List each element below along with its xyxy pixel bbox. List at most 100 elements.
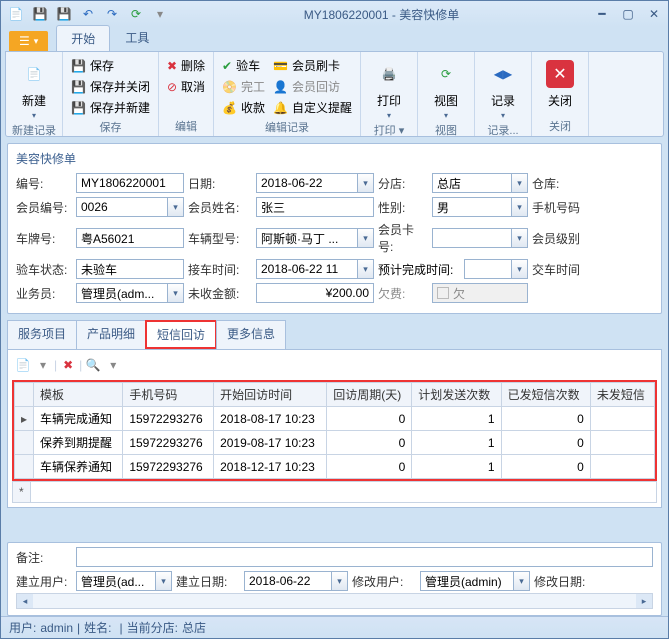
- label-creator: 建立用户:: [16, 573, 72, 590]
- delete-row-button[interactable]: ✖: [59, 356, 77, 374]
- close-button[interactable]: ✕关闭: [538, 56, 582, 109]
- col-cycle[interactable]: 回访周期(天): [327, 383, 412, 407]
- group-view: ⟳视图▾ 视图: [418, 52, 475, 136]
- label-create-date: 建立日期:: [176, 573, 240, 590]
- collect-button[interactable]: 💰收款: [220, 98, 267, 117]
- col-template[interactable]: 模板: [34, 383, 123, 407]
- table-row[interactable]: ▸ 车辆完成通知 15972293276 2018-08-17 10:23 0 …: [15, 407, 655, 431]
- maximize-button[interactable]: ▢: [618, 7, 638, 21]
- tab-start[interactable]: 开始: [56, 25, 110, 51]
- model-select[interactable]: 阿斯顿·马丁 ...▾: [256, 228, 374, 248]
- finish-button[interactable]: 📀完工: [220, 77, 267, 96]
- chevron-down-icon[interactable]: ▾: [512, 173, 528, 193]
- chevron-down-icon[interactable]: ▾: [358, 228, 374, 248]
- expect-time-input[interactable]: ▾: [464, 259, 528, 279]
- title-bar: 📄 💾 💾 ↶ ↷ ⟳ ▾ MY1806220001 - 美容快修单 ━ ▢ ✕: [1, 1, 668, 27]
- view-row-button[interactable]: 🔍: [84, 356, 102, 374]
- table-row[interactable]: 车辆保养通知 15972293276 2018-12-17 10:23 0 1 …: [15, 455, 655, 479]
- log-button[interactable]: ◀▶记录▾: [481, 56, 525, 120]
- chevron-down-icon[interactable]: ▾: [358, 173, 374, 193]
- member-visit-button[interactable]: 👤会员回访: [271, 77, 354, 96]
- unpaid-input[interactable]: ¥200.00: [256, 283, 374, 303]
- status-branch-label: 当前分店:: [127, 619, 178, 636]
- inspect-state-input[interactable]: 未验车: [76, 259, 184, 279]
- col-unsent[interactable]: 未发短信: [590, 383, 654, 407]
- detail-tabs: 服务项目 产品明细 短信回访 更多信息: [7, 320, 662, 349]
- chevron-down-icon[interactable]: ▾: [512, 228, 528, 248]
- save-close-button[interactable]: 💾保存并关闭: [69, 77, 152, 96]
- group-edit: ✖删除 ⊘取消 编辑: [159, 52, 214, 136]
- new-button[interactable]: 📄 新建 ▾: [12, 56, 56, 120]
- remark-input[interactable]: [76, 547, 653, 567]
- save-new-button[interactable]: 💾保存并新建: [69, 98, 152, 117]
- table-row[interactable]: 保养到期提醒 15972293276 2019-08-17 10:23 0 1 …: [15, 431, 655, 455]
- member-code-input[interactable]: 0026▾: [76, 197, 184, 217]
- salesman-select[interactable]: 管理员(adm...▾: [76, 283, 184, 303]
- horizontal-scrollbar[interactable]: ◂▸: [16, 593, 653, 609]
- code-input[interactable]: MY1806220001: [76, 173, 184, 193]
- tab-tools[interactable]: 工具: [110, 24, 164, 51]
- create-date-input[interactable]: 2018-06-22▾: [244, 571, 348, 591]
- save-icon: 💾: [71, 101, 86, 115]
- qat-dropdown-icon[interactable]: ▾: [149, 4, 171, 24]
- chevron-down-icon[interactable]: ▾: [358, 259, 374, 279]
- date-input[interactable]: 2018-06-22▾: [256, 173, 374, 193]
- header-row: 模板 手机号码 开始回访时间 回访周期(天) 计划发送次数 已发短信次数 未发短…: [15, 383, 655, 407]
- chevron-down-icon[interactable]: ▾: [156, 571, 172, 591]
- custom-remind-button[interactable]: 🔔自定义提醒: [271, 98, 354, 117]
- qat-save-icon[interactable]: 💾: [29, 4, 51, 24]
- col-start[interactable]: 开始回访时间: [214, 383, 327, 407]
- save-icon: 💾: [71, 80, 86, 94]
- label-expect-time: 预计完成时间:: [378, 261, 460, 278]
- chevron-down-icon[interactable]: ▾: [514, 571, 530, 591]
- qat-refresh-icon[interactable]: ⟳: [125, 4, 147, 24]
- member-card-button[interactable]: 💳会员刷卡: [271, 56, 354, 75]
- minimize-button[interactable]: ━: [592, 7, 612, 21]
- file-menu-button[interactable]: ☰▾: [9, 31, 48, 51]
- chevron-down-icon[interactable]: ▾: [512, 259, 528, 279]
- tab-product[interactable]: 产品明细: [76, 320, 146, 349]
- new-row[interactable]: *: [13, 482, 657, 503]
- inspect-button[interactable]: ✔验车: [220, 56, 267, 75]
- scroll-left-icon[interactable]: ◂: [17, 594, 33, 608]
- label-remark: 备注:: [16, 549, 72, 566]
- receive-time-input[interactable]: 2018-06-22 11▾: [256, 259, 374, 279]
- qat-undo-icon[interactable]: ↶: [77, 4, 99, 24]
- modifier-select[interactable]: 管理员(admin)▾: [420, 571, 530, 591]
- dropdown-icon[interactable]: ▾: [34, 356, 52, 374]
- chevron-down-icon[interactable]: ▾: [168, 197, 184, 217]
- label-member-name: 会员姓名:: [188, 199, 252, 216]
- qat-save-icon[interactable]: 💾: [53, 4, 75, 24]
- col-phone[interactable]: 手机号码: [123, 383, 214, 407]
- tab-more[interactable]: 更多信息: [216, 320, 286, 349]
- qat-redo-icon[interactable]: ↷: [101, 4, 123, 24]
- label-gender: 性别:: [378, 199, 428, 216]
- save-button[interactable]: 💾保存: [69, 56, 152, 75]
- document-icon: 📄: [18, 58, 50, 90]
- chevron-down-icon[interactable]: ▾: [512, 197, 528, 217]
- member-name-input[interactable]: 张三: [256, 197, 374, 217]
- dropdown-icon[interactable]: ▾: [104, 356, 122, 374]
- label-code: 编号:: [16, 175, 72, 192]
- plate-input[interactable]: 粤A56021: [76, 228, 184, 248]
- debt-input: 欠: [432, 283, 528, 303]
- tab-sms[interactable]: 短信回访: [145, 320, 217, 349]
- gender-select[interactable]: 男▾: [432, 197, 528, 217]
- delete-button[interactable]: ✖删除: [165, 56, 207, 75]
- creator-select[interactable]: 管理员(ad...▾: [76, 571, 172, 591]
- cancel-button[interactable]: ⊘取消: [165, 77, 207, 96]
- view-button[interactable]: ⟳视图▾: [424, 56, 468, 120]
- qat-icon[interactable]: 📄: [5, 4, 27, 24]
- close-button[interactable]: ✕: [644, 7, 664, 21]
- print-button[interactable]: 🖨️打印▾: [367, 56, 411, 120]
- menu-icon: ☰: [19, 34, 30, 48]
- col-sent[interactable]: 已发短信次数: [501, 383, 590, 407]
- scroll-right-icon[interactable]: ▸: [636, 594, 652, 608]
- col-plan[interactable]: 计划发送次数: [412, 383, 501, 407]
- add-row-button[interactable]: 📄: [14, 356, 32, 374]
- chevron-down-icon[interactable]: ▾: [168, 283, 184, 303]
- branch-select[interactable]: 总店▾: [432, 173, 528, 193]
- card-no-select[interactable]: ▾: [432, 228, 528, 248]
- chevron-down-icon[interactable]: ▾: [332, 571, 348, 591]
- tab-service[interactable]: 服务项目: [7, 320, 77, 349]
